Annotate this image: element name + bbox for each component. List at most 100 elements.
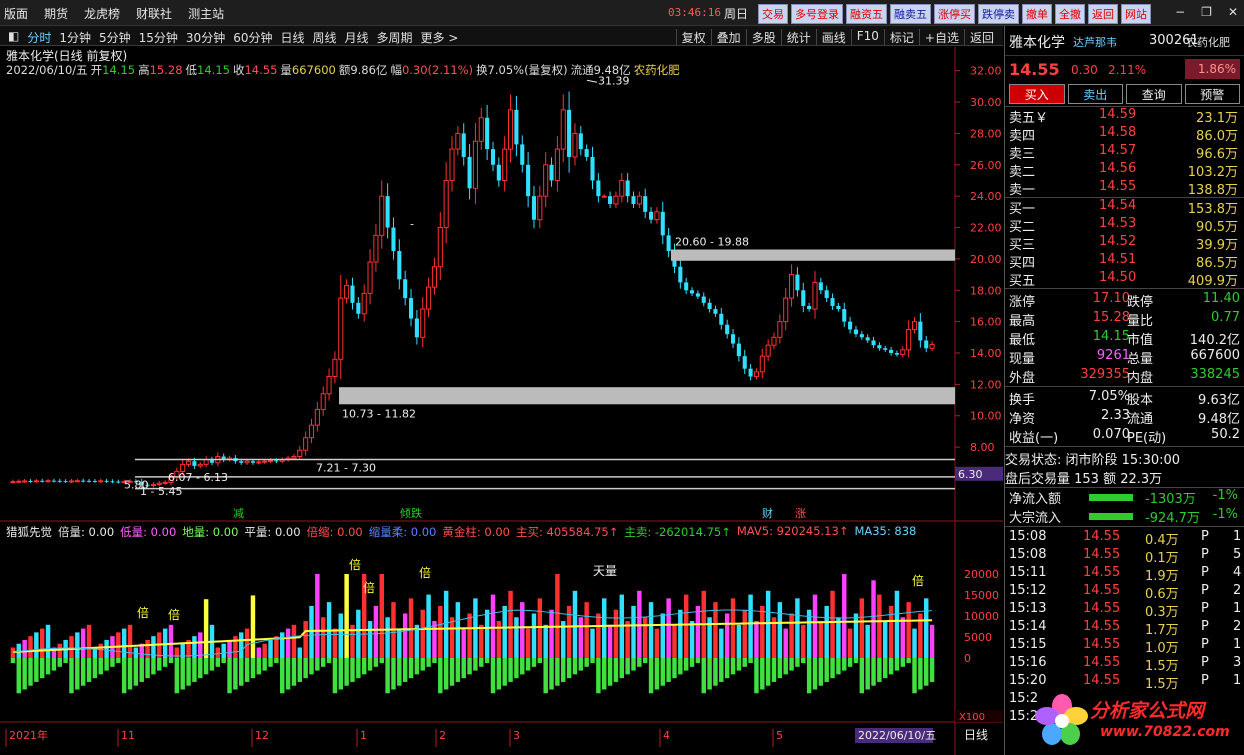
tab-timeframe-5[interactable]: 60分钟 bbox=[233, 29, 272, 46]
toolbar-item-6[interactable]: 标记 bbox=[883, 29, 919, 46]
restore-icon[interactable]: ❐ bbox=[1201, 5, 1212, 19]
buy-level[interactable]: 买四 14.51 86.5万 bbox=[1005, 252, 1244, 271]
candle-body bbox=[116, 481, 121, 483]
trade-button-2[interactable]: 融资五 bbox=[846, 4, 887, 24]
tick-f: P bbox=[1201, 583, 1209, 598]
sell-orderbook: 卖五￥ 14.59 23.1万 卖四 14.58 86.0万 卖三 14.57 96.6万 卖二 1… bbox=[1005, 106, 1244, 198]
trade-button-3[interactable]: 融卖五 bbox=[890, 4, 931, 24]
top-menu-bar: 版面 期货 龙虎榜 财联社 测主站 03:46:16 周日 交易 多号登录 融资五 融卖五 涨停… bbox=[0, 0, 1244, 26]
panel-toggle-icon[interactable]: ◧ bbox=[8, 29, 19, 46]
tab-timeframe-3[interactable]: 15分钟 bbox=[139, 29, 178, 46]
tab-timeframe-2[interactable]: 5分钟 bbox=[99, 29, 131, 46]
buy-level[interactable]: 买三 14.52 39.9万 bbox=[1005, 234, 1244, 253]
volume-bar bbox=[894, 590, 900, 658]
trade-button-8[interactable]: 返回 bbox=[1088, 4, 1118, 24]
tab-timeframe-9[interactable]: 多周期 bbox=[377, 29, 413, 46]
volume-bar bbox=[104, 639, 109, 658]
toolbar-item-4[interactable]: 画线 bbox=[815, 29, 851, 46]
buy-button[interactable]: 买入 bbox=[1009, 84, 1065, 104]
event-marker: 倾跌 bbox=[400, 506, 422, 520]
menu-item-0[interactable]: 版面 bbox=[4, 5, 28, 22]
stat-label: 流通 bbox=[1127, 412, 1154, 427]
toolbar-item-8[interactable]: 返回 bbox=[963, 29, 999, 46]
candle-body bbox=[871, 340, 876, 346]
sell-level[interactable]: 卖五￥ 14.59 23.1万 bbox=[1005, 107, 1244, 126]
volume-bar bbox=[801, 624, 806, 658]
level-price: 14.52 bbox=[1099, 234, 1137, 249]
candle-body bbox=[68, 480, 75, 483]
tab-timeframe-1[interactable]: 1分钟 bbox=[59, 29, 91, 46]
tab-timeframe-10[interactable]: 更多 > bbox=[421, 29, 459, 46]
tab-timeframe-8[interactable]: 月线 bbox=[345, 29, 369, 46]
toolbar-item-1[interactable]: 叠加 bbox=[710, 29, 746, 46]
event-marker: 财 bbox=[762, 506, 773, 520]
toolbar-item-3[interactable]: 统计 bbox=[780, 29, 816, 46]
sell-volume-bar bbox=[69, 658, 74, 694]
stock-sector[interactable]: 农药化肥 bbox=[1186, 34, 1230, 50]
sell-button[interactable]: 卖出 bbox=[1067, 84, 1123, 104]
trade-button-6[interactable]: 撤单 bbox=[1022, 4, 1052, 24]
candle-body bbox=[911, 321, 918, 330]
query-button[interactable]: 查询 bbox=[1126, 84, 1182, 104]
trade-button-7[interactable]: 全撤 bbox=[1055, 4, 1085, 24]
trade-button-4[interactable]: 涨停买 bbox=[934, 4, 975, 24]
sell-level[interactable]: 卖四 14.58 86.0万 bbox=[1005, 125, 1244, 144]
toolbar-item-2[interactable]: 多股 bbox=[745, 29, 781, 46]
level-volume: 86.5万 bbox=[1196, 256, 1238, 271]
candle-body bbox=[596, 180, 601, 197]
concept-tag[interactable]: 达芦那韦 bbox=[1073, 34, 1117, 50]
buy-level[interactable]: 买二 14.53 90.5万 bbox=[1005, 216, 1244, 235]
trade-button-1[interactable]: 多号登录 bbox=[791, 4, 843, 24]
tab-timeframe-7[interactable]: 周线 bbox=[313, 29, 337, 46]
buy-level[interactable]: 买一 14.54 153.8万 bbox=[1005, 198, 1244, 217]
tick-f: P bbox=[1201, 547, 1209, 562]
sell-volume-bar bbox=[250, 658, 256, 679]
sell-level[interactable]: 卖二 14.56 103.2万 bbox=[1005, 161, 1244, 180]
volume-unit-label: X100 bbox=[959, 712, 985, 723]
buy-level[interactable]: 买五 14.50 409.9万 bbox=[1005, 270, 1244, 289]
tab-timeframe-6[interactable]: 日线 bbox=[280, 29, 304, 46]
close-icon[interactable]: ✕ bbox=[1228, 5, 1238, 19]
volume-bar bbox=[379, 574, 384, 658]
zone-label: 10.73 - 11.82 bbox=[342, 407, 416, 420]
sell-volume-bar bbox=[818, 658, 824, 686]
volume-bar bbox=[28, 636, 33, 658]
menu-item-1[interactable]: 期货 bbox=[44, 5, 68, 22]
volume-bar bbox=[748, 594, 753, 658]
sell-volume-bar bbox=[116, 658, 121, 664]
menu-item-3[interactable]: 财联社 bbox=[136, 5, 172, 22]
candle-body bbox=[859, 334, 864, 338]
tab-timeframe-4[interactable]: 30分钟 bbox=[186, 29, 225, 46]
menu-item-4[interactable]: 测主站 bbox=[188, 5, 224, 22]
month-label: 1 bbox=[360, 729, 367, 742]
minimize-icon[interactable]: − bbox=[1175, 5, 1185, 19]
sell-volume-bar bbox=[666, 658, 671, 682]
sell-level[interactable]: 卖一 14.55 138.8万 bbox=[1005, 179, 1244, 198]
trade-button-9[interactable]: 网站 bbox=[1121, 4, 1151, 24]
kline-chart[interactable]: 32.00 30.00 28.00 26.00 24.00 22.00 20.00 18.00… bbox=[0, 47, 1003, 755]
trade-button-0[interactable]: 交易 bbox=[758, 4, 788, 24]
sell-volume-bar bbox=[180, 658, 185, 690]
volume-bar bbox=[98, 643, 103, 658]
toolbar-item-7[interactable]: +自选 bbox=[918, 29, 964, 46]
menu-item-2[interactable]: 龙虎榜 bbox=[84, 5, 120, 22]
trade-button-5[interactable]: 跌停卖 bbox=[978, 4, 1019, 24]
sell-level[interactable]: 卖三 14.57 96.6万 bbox=[1005, 143, 1244, 162]
tab-timeframe-0[interactable]: 分时 bbox=[27, 29, 51, 46]
candle-body bbox=[900, 349, 906, 356]
sell-volume-bar bbox=[531, 658, 537, 667]
volume-bar bbox=[338, 613, 343, 658]
toolbar-item-0[interactable]: 复权 bbox=[675, 29, 711, 46]
candle-body bbox=[701, 296, 706, 303]
level-extra: ￥ bbox=[1035, 111, 1049, 126]
sell-volume-bar bbox=[309, 658, 314, 675]
toolbar-item-5[interactable]: F10 bbox=[850, 29, 884, 46]
candle-body bbox=[719, 313, 724, 325]
volume-bar bbox=[227, 639, 232, 658]
sell-volume-bar bbox=[642, 658, 648, 664]
candle-body bbox=[929, 343, 935, 349]
level-price: 14.57 bbox=[1099, 143, 1137, 158]
alert-button[interactable]: 预警 bbox=[1184, 84, 1240, 104]
sell-volume-bar bbox=[157, 658, 162, 671]
level-price: 14.58 bbox=[1099, 125, 1137, 140]
